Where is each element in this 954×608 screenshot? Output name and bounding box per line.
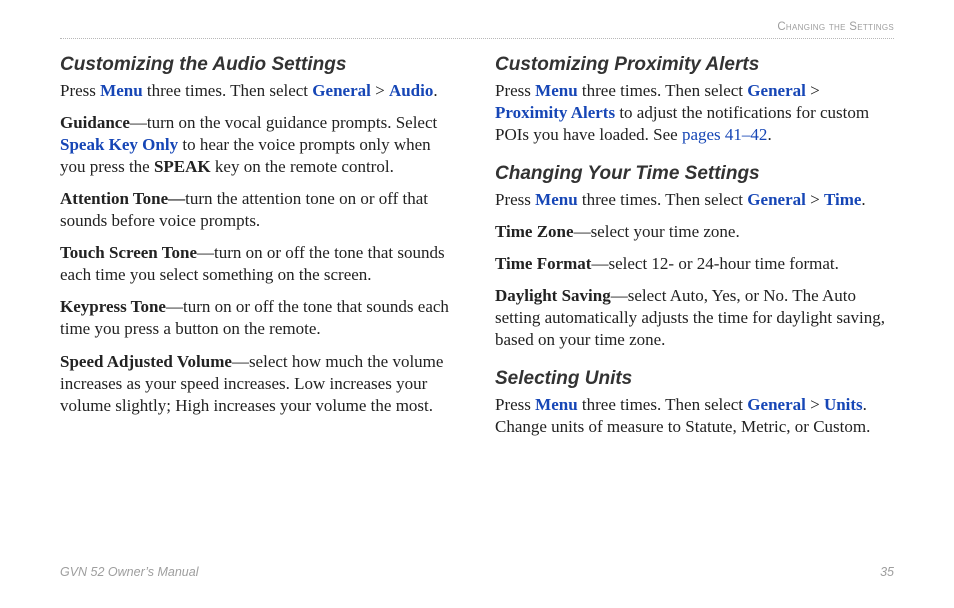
term: Speed Adjusted Volume (60, 352, 232, 371)
running-head: Changing the Settings (60, 20, 894, 38)
speak-key: SPEAK (154, 157, 211, 176)
general-link[interactable]: General (747, 81, 806, 100)
time-intro: Press Menu three times. Then select Gene… (495, 189, 894, 211)
term: Time Format (495, 254, 591, 273)
text: . (433, 81, 437, 100)
text: . (767, 125, 771, 144)
proximity-alerts-link[interactable]: Proximity Alerts (495, 103, 615, 122)
term: Attention Tone— (60, 189, 185, 208)
term: Daylight Saving (495, 286, 611, 305)
term: Touch Screen Tone (60, 243, 197, 262)
page-number: 35 (880, 564, 894, 580)
page-reference-link[interactable]: pages 41–42 (682, 125, 767, 144)
menu-link[interactable]: Menu (100, 81, 143, 100)
general-link[interactable]: General (747, 395, 806, 414)
term: Keypress Tone (60, 297, 166, 316)
text: three times. Then select (143, 81, 313, 100)
heading-audio-settings: Customizing the Audio Settings (60, 53, 459, 78)
time-zone-item: Time Zone—select your time zone. (495, 221, 894, 243)
section-proximity-alerts: Customizing Proximity Alerts Press Menu … (495, 53, 894, 146)
menu-link[interactable]: Menu (535, 395, 578, 414)
text: Press (495, 190, 535, 209)
time-format-item: Time Format—select 12- or 24-hour time f… (495, 253, 894, 275)
left-column: Customizing the Audio Settings Press Men… (60, 53, 459, 534)
guidance-item: Guidance—turn on the vocal guidance prom… (60, 112, 459, 178)
text: three times. Then select (578, 81, 748, 100)
separator: > (806, 395, 824, 414)
daylight-saving-item: Daylight Saving—select Auto, Yes, or No.… (495, 285, 894, 351)
units-link[interactable]: Units (824, 395, 863, 414)
text: —select your time zone. (574, 222, 740, 241)
text: three times. Then select (578, 395, 748, 414)
text: . (861, 190, 865, 209)
term: Time Zone (495, 222, 574, 241)
attention-tone-item: Attention Tone—turn the attention tone o… (60, 188, 459, 232)
menu-link[interactable]: Menu (535, 81, 578, 100)
horizontal-rule (60, 38, 894, 39)
separator: > (371, 81, 389, 100)
speed-adjusted-volume-item: Speed Adjusted Volume—select how much th… (60, 351, 459, 417)
text: —turn on the vocal guidance prompts. Sel… (130, 113, 437, 132)
text: Press (495, 81, 535, 100)
text: key on the remote control. (211, 157, 394, 176)
audio-intro: Press Menu three times. Then select Gene… (60, 80, 459, 102)
text: three times. Then select (578, 190, 748, 209)
text: Press (60, 81, 100, 100)
footer-left: GVN 52 Owner’s Manual (60, 564, 199, 580)
right-column: Customizing Proximity Alerts Press Menu … (495, 53, 894, 534)
general-link[interactable]: General (747, 190, 806, 209)
page-footer: GVN 52 Owner’s Manual 35 (60, 534, 894, 580)
separator: > (806, 190, 824, 209)
time-link[interactable]: Time (824, 190, 861, 209)
section-audio-settings: Customizing the Audio Settings Press Men… (60, 53, 459, 417)
audio-link[interactable]: Audio (389, 81, 433, 100)
general-link[interactable]: General (312, 81, 371, 100)
speak-key-only-link[interactable]: Speak Key Only (60, 135, 178, 154)
heading-proximity-alerts: Customizing Proximity Alerts (495, 53, 894, 78)
heading-time-settings: Changing Your Time Settings (495, 162, 894, 187)
two-column-layout: Customizing the Audio Settings Press Men… (60, 53, 894, 534)
proximity-body: Press Menu three times. Then select Gene… (495, 80, 894, 146)
separator: > (806, 81, 820, 100)
heading-units: Selecting Units (495, 367, 894, 392)
text: —select 12- or 24-hour time format. (591, 254, 838, 273)
section-units: Selecting Units Press Menu three times. … (495, 367, 894, 438)
units-body: Press Menu three times. Then select Gene… (495, 394, 894, 438)
term: Guidance (60, 113, 130, 132)
text: Press (495, 395, 535, 414)
menu-link[interactable]: Menu (535, 190, 578, 209)
keypress-tone-item: Keypress Tone—turn on or off the tone th… (60, 296, 459, 340)
touch-tone-item: Touch Screen Tone—turn on or off the ton… (60, 242, 459, 286)
section-time-settings: Changing Your Time Settings Press Menu t… (495, 162, 894, 351)
